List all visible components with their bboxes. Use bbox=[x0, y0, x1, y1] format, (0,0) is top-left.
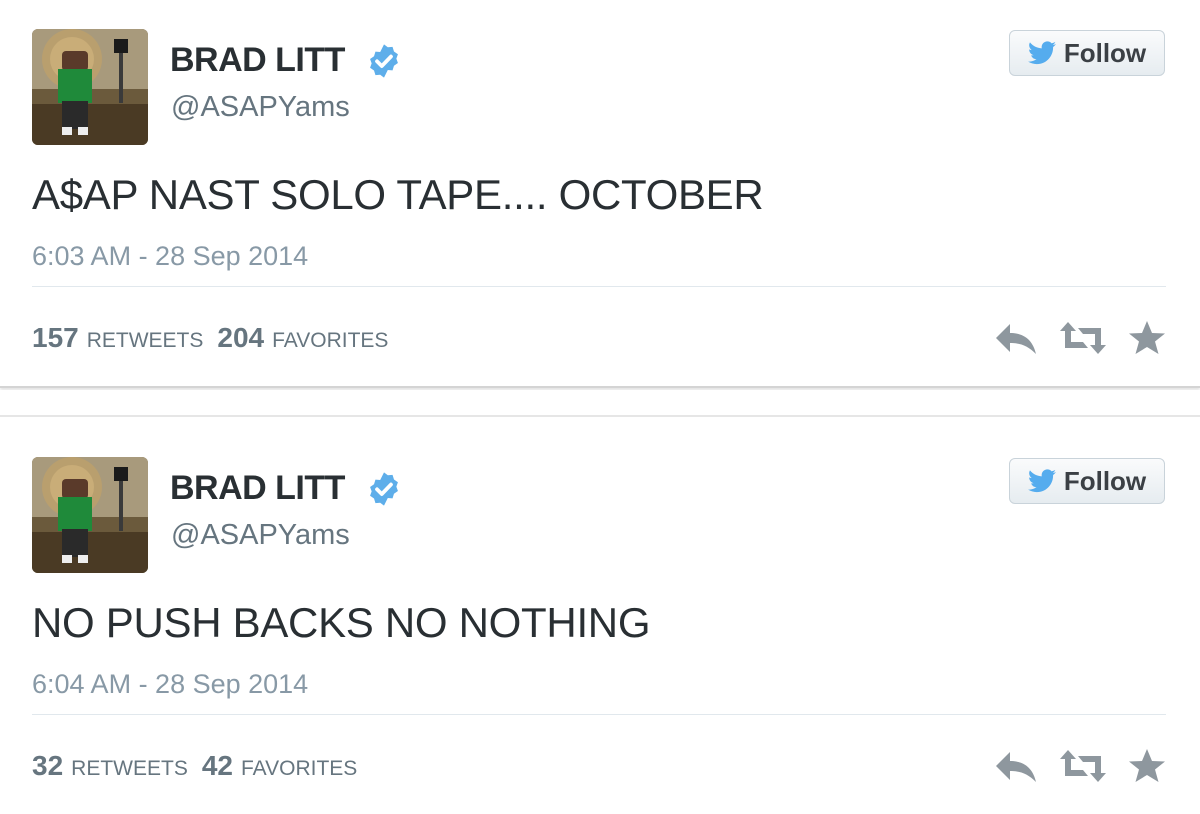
retweet-icon[interactable] bbox=[1058, 748, 1108, 784]
retweets-count[interactable]: 157 bbox=[32, 320, 79, 356]
avatar-photo bbox=[32, 457, 148, 573]
card-gap bbox=[0, 390, 1200, 415]
tweet-actions bbox=[994, 320, 1166, 356]
follow-button[interactable]: Follow bbox=[1009, 30, 1165, 76]
user-handle[interactable]: @ASAPYams bbox=[171, 88, 350, 126]
retweet-icon[interactable] bbox=[1058, 320, 1108, 356]
follow-label: Follow bbox=[1063, 37, 1147, 68]
reply-icon[interactable] bbox=[994, 320, 1038, 356]
user-handle[interactable]: @ASAPYams bbox=[171, 516, 350, 554]
star-icon[interactable] bbox=[1128, 748, 1166, 784]
favorites-count[interactable]: 204 bbox=[217, 320, 264, 356]
avatar-photo bbox=[32, 29, 148, 145]
tweet-actions bbox=[994, 748, 1166, 784]
verified-badge-icon bbox=[370, 44, 398, 78]
star-icon[interactable] bbox=[1128, 320, 1166, 356]
tweet-text: NO PUSH BACKS NO NOTHING bbox=[32, 599, 651, 646]
retweets-label[interactable]: RETWEETS bbox=[87, 323, 204, 359]
twitter-bird-icon bbox=[1027, 469, 1056, 493]
tweet-stats: 157 RETWEETS 204 FAVORITES bbox=[32, 320, 402, 359]
tweet-timestamp[interactable]: 6:03 AM - 28 Sep 2014 bbox=[32, 238, 308, 274]
tweet-card: BRAD LITT @ASAPYams Follow A$AP NAST SOL… bbox=[0, 0, 1200, 388]
follow-label: Follow bbox=[1063, 465, 1147, 496]
display-name[interactable]: BRAD LITT bbox=[170, 466, 345, 510]
tweet-text: A$AP NAST SOLO TAPE.... OCTOBER bbox=[32, 171, 764, 218]
tweet-timestamp[interactable]: 6:04 AM - 28 Sep 2014 bbox=[32, 666, 308, 702]
favorites-label[interactable]: FAVORITES bbox=[272, 323, 388, 359]
favorites-count[interactable]: 42 bbox=[202, 748, 233, 784]
avatar[interactable] bbox=[32, 457, 148, 573]
tweet-card: BRAD LITT @ASAPYams Follow NO PUSH BACKS… bbox=[0, 415, 1200, 814]
verified-badge-icon bbox=[370, 472, 398, 506]
retweets-count[interactable]: 32 bbox=[32, 748, 63, 784]
divider bbox=[32, 286, 1166, 287]
tweet-stats: 32 RETWEETS 42 FAVORITES bbox=[32, 748, 371, 787]
twitter-bird-icon bbox=[1027, 41, 1056, 65]
favorites-label[interactable]: FAVORITES bbox=[241, 751, 357, 787]
display-name[interactable]: BRAD LITT bbox=[170, 38, 345, 82]
divider bbox=[32, 714, 1166, 715]
follow-button[interactable]: Follow bbox=[1009, 458, 1165, 504]
reply-icon[interactable] bbox=[994, 748, 1038, 784]
avatar[interactable] bbox=[32, 29, 148, 145]
retweets-label[interactable]: RETWEETS bbox=[71, 751, 188, 787]
